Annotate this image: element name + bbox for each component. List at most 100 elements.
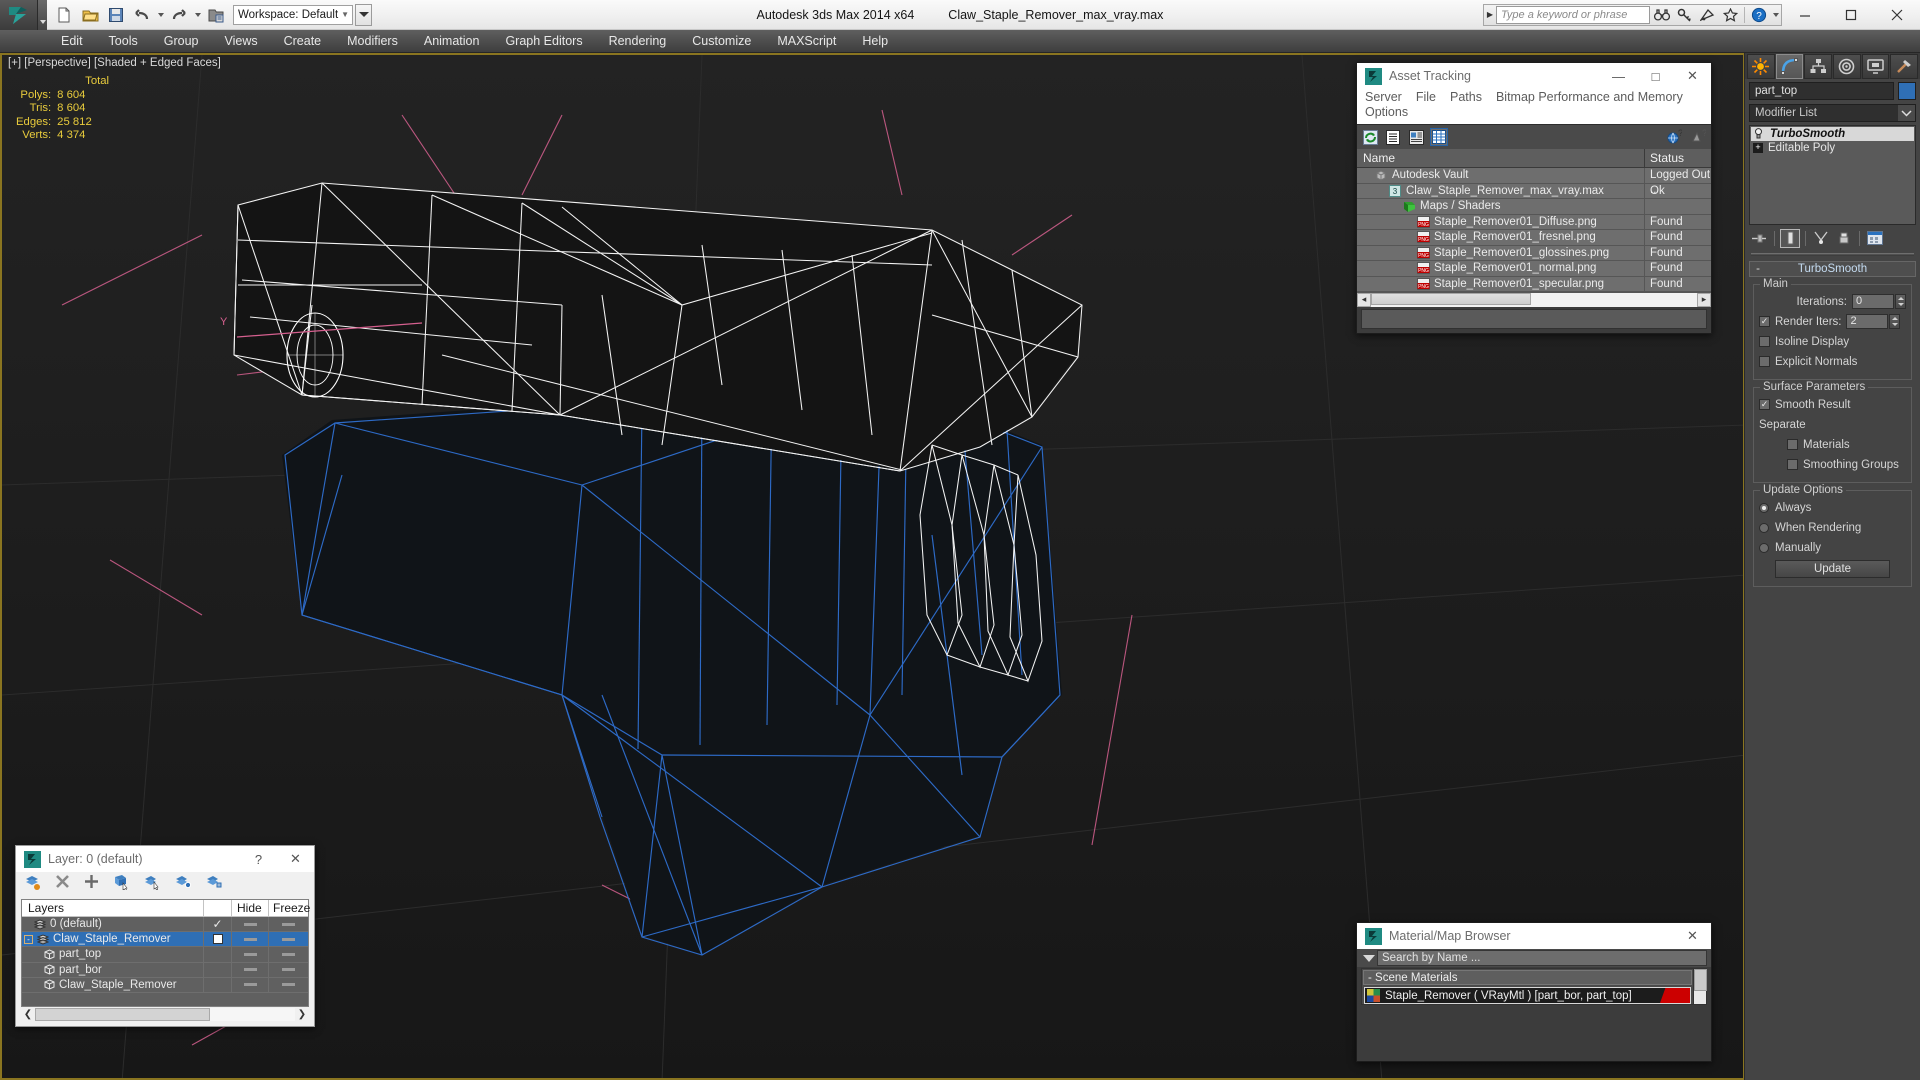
layer-help-button[interactable]: ? xyxy=(240,846,277,872)
material-list-item[interactable]: Staple_Remover ( VRayMtl ) [part_bor, pa… xyxy=(1364,987,1691,1004)
when-rendering-radio[interactable] xyxy=(1759,522,1769,533)
material-browser-titlebar[interactable]: Material/Map Browser ✕ xyxy=(1357,923,1711,949)
workspace-dropdown-button[interactable] xyxy=(355,3,373,26)
layer-freeze-cell[interactable] xyxy=(269,963,308,977)
asset-tracking-close-button[interactable]: ✕ xyxy=(1674,63,1711,89)
pin-stack-icon[interactable] xyxy=(1749,229,1769,248)
save-file-icon[interactable] xyxy=(103,3,129,27)
light-bulb-icon[interactable] xyxy=(1753,128,1765,140)
layer-freeze-cell[interactable] xyxy=(269,917,308,931)
column-header-freeze[interactable]: Freeze xyxy=(269,900,310,916)
asset-name-cell[interactable]: PNG Staple_Remover01_Diffuse.png xyxy=(1357,214,1645,229)
chevron-down-icon[interactable] xyxy=(1898,105,1915,121)
asset-row[interactable]: 3 Claw_Staple_Remover_max_vray.max Ok xyxy=(1357,183,1711,199)
menu-item-animation[interactable]: Animation xyxy=(411,30,493,52)
layer-freeze-cell[interactable] xyxy=(269,978,308,992)
layer-close-button[interactable]: ✕ xyxy=(277,846,314,872)
asset-tracking-minimize-button[interactable]: — xyxy=(1600,63,1637,89)
asset-name-cell[interactable]: Maps / Shaders xyxy=(1357,199,1645,214)
make-unique-icon[interactable] xyxy=(1811,229,1831,248)
asset-tracking-horizontal-scrollbar[interactable]: ◂ ▸ xyxy=(1357,292,1711,307)
material-vertical-scrollbar[interactable] xyxy=(1693,969,1707,1004)
scroll-left-button[interactable]: ◂ xyxy=(1357,292,1371,307)
isoline-display-checkbox[interactable] xyxy=(1759,336,1770,347)
select-layer-icon[interactable] xyxy=(144,874,161,895)
layer-current-cell[interactable] xyxy=(204,962,232,977)
add-layer-icon[interactable] xyxy=(84,874,99,894)
layer-current-cell[interactable] xyxy=(204,932,232,947)
material-browser-close-button[interactable]: ✕ xyxy=(1674,923,1711,949)
layer-current-cell[interactable] xyxy=(204,977,232,992)
menu-item-create[interactable]: Create xyxy=(271,30,335,52)
refresh-icon[interactable] xyxy=(1361,128,1379,146)
scene-materials-category[interactable]: - Scene Materials xyxy=(1363,970,1692,985)
manually-radio[interactable] xyxy=(1759,542,1769,553)
render-iters-input[interactable]: 2 xyxy=(1846,314,1889,329)
asset-tracking-titlebar[interactable]: Asset Tracking — □ ✕ xyxy=(1357,63,1711,89)
new-layer-icon[interactable] xyxy=(24,874,41,895)
material-search-input[interactable]: Search by Name ... xyxy=(1377,950,1707,966)
filter-dropdown-icon[interactable] xyxy=(1361,954,1377,962)
layer-row[interactable]: part_top xyxy=(22,947,308,963)
hide-toggle-dash[interactable] xyxy=(243,983,257,987)
asset-row[interactable]: PNG Staple_Remover01_Diffuse.png Found xyxy=(1357,214,1711,230)
window-maximize-button[interactable] xyxy=(1828,0,1874,29)
scroll-thumb[interactable] xyxy=(1371,292,1531,305)
object-name-input[interactable]: part_top xyxy=(1749,82,1894,100)
layer-row[interactable]: - Claw_Staple_Remover xyxy=(22,932,308,948)
show-end-result-icon[interactable] xyxy=(1780,228,1800,248)
asset-name-cell[interactable]: PNG Staple_Remover01_glossines.png xyxy=(1357,245,1645,260)
help-dropdown-icon[interactable] xyxy=(1770,3,1781,27)
asset-name-cell[interactable]: PNG Staple_Remover01_normal.png xyxy=(1357,261,1645,276)
render-iters-spinner[interactable] xyxy=(1889,314,1901,329)
menu-item-maxscript[interactable]: MAXScript xyxy=(764,30,849,52)
menu-item-modifiers[interactable]: Modifiers xyxy=(334,30,411,52)
list-view-icon[interactable] xyxy=(1384,128,1402,146)
layer-scroll-left-button[interactable]: ❮ xyxy=(21,1007,35,1021)
window-close-button[interactable] xyxy=(1874,0,1920,29)
explicit-normals-checkbox[interactable] xyxy=(1759,356,1770,367)
asset-tracking-maximize-button[interactable]: □ xyxy=(1637,63,1674,89)
turbosmooth-rollout-header[interactable]: - TurboSmooth xyxy=(1749,261,1916,277)
asset-menu-options[interactable]: Options xyxy=(1365,105,1408,120)
search-expand-icon[interactable]: ▶ xyxy=(1484,10,1496,19)
stack-item-turbosmooth[interactable]: TurboSmooth xyxy=(1751,127,1914,141)
redo-icon[interactable] xyxy=(166,3,192,27)
layer-freeze-cell[interactable] xyxy=(269,947,308,961)
asset-menu-bitmap-performance-and-memory[interactable]: Bitmap Performance and Memory xyxy=(1496,90,1683,105)
freeze-toggle-dash[interactable] xyxy=(282,937,295,941)
create-tab[interactable] xyxy=(1747,54,1775,79)
asset-row[interactable]: PNG Staple_Remover01_fresnel.png Found xyxy=(1357,230,1711,246)
menu-item-group[interactable]: Group xyxy=(151,30,212,52)
layer-hide-cell[interactable] xyxy=(232,947,269,962)
layer-window[interactable]: Layer: 0 (default) ? ✕ Layers Hide Freez… xyxy=(15,845,315,1027)
column-header-name[interactable]: Name xyxy=(1357,149,1645,167)
menu-item-views[interactable]: Views xyxy=(211,30,270,52)
undo-dropdown-icon[interactable] xyxy=(155,3,166,27)
asset-menu-paths[interactable]: Paths xyxy=(1450,90,1482,105)
smooth-result-row[interactable]: ✓ Smooth Result xyxy=(1759,396,1906,413)
hide-toggle-dash[interactable] xyxy=(243,968,257,972)
modifier-stack[interactable]: TurboSmooth + Editable Poly xyxy=(1749,125,1916,225)
smoothing-groups-row[interactable]: Smoothing Groups xyxy=(1759,456,1906,473)
layer-hide-cell[interactable] xyxy=(232,962,269,977)
redo-dropdown-icon[interactable] xyxy=(192,3,203,27)
app-menu-caret-icon[interactable] xyxy=(38,0,47,30)
layer-row[interactable]: Claw_Staple_Remover xyxy=(22,977,308,993)
window-minimize-button[interactable] xyxy=(1782,0,1828,29)
satellite-dish-icon[interactable] xyxy=(1696,4,1719,26)
asset-row[interactable]: PNG Staple_Remover01_glossines.png Found xyxy=(1357,245,1711,261)
asset-name-cell[interactable]: Autodesk Vault xyxy=(1357,168,1645,183)
layer-scroll-track[interactable] xyxy=(35,1007,295,1021)
layer-current-checkbox[interactable] xyxy=(212,934,223,945)
menu-item-help[interactable]: Help xyxy=(849,30,901,52)
column-header-current[interactable] xyxy=(204,900,232,916)
asset-menu-server[interactable]: Server xyxy=(1365,90,1402,105)
hide-toggle-dash[interactable] xyxy=(243,937,257,941)
freeze-toggle-dash[interactable] xyxy=(282,968,295,972)
column-header-status[interactable]: Status xyxy=(1645,149,1711,167)
binoculars-icon[interactable] xyxy=(1650,4,1673,26)
layer-hide-cell[interactable] xyxy=(232,977,269,992)
layer-hide-cell[interactable] xyxy=(232,932,269,947)
layer-name-cell[interactable]: 0 (default) xyxy=(22,917,204,932)
